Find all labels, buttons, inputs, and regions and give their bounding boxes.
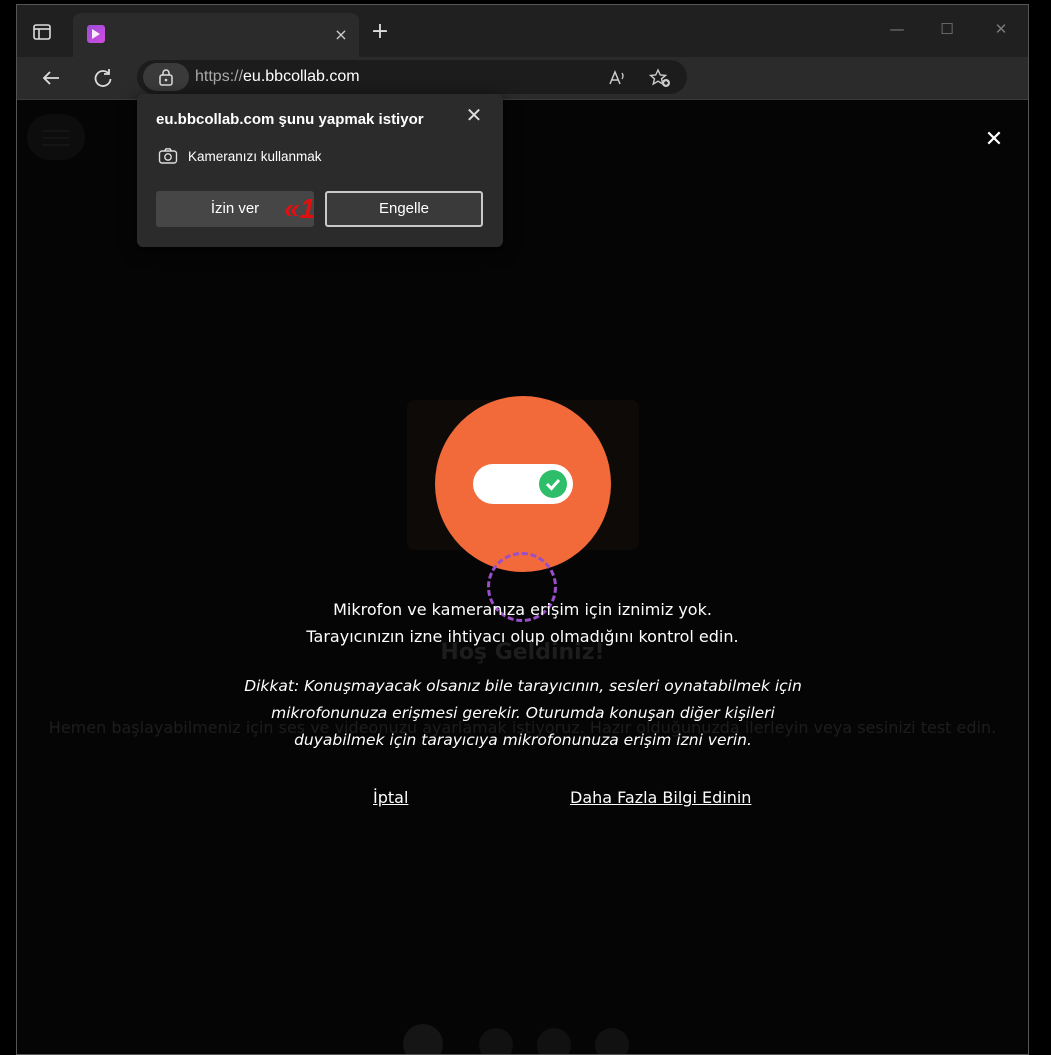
popup-close-icon[interactable]: ✕ xyxy=(463,104,485,126)
tab-close-icon[interactable]: × xyxy=(331,25,351,45)
maximize-button[interactable]: ☐ xyxy=(927,17,967,41)
camera-icon[interactable] xyxy=(537,1028,571,1054)
popup-title: eu.bbcollab.com şunu yapmak istiyor xyxy=(156,111,424,128)
menu-icon[interactable] xyxy=(27,114,85,160)
minimize-button[interactable]: — xyxy=(877,17,917,41)
address-bar[interactable]: https://eu.bbcollab.com xyxy=(137,60,687,94)
toggle-icon xyxy=(473,464,573,504)
tab-actions-icon[interactable] xyxy=(31,21,53,43)
camera-icon xyxy=(158,148,178,164)
lock-icon xyxy=(159,69,173,86)
allow-button[interactable]: İzin ver «1 xyxy=(156,191,316,227)
permission-illustration xyxy=(435,396,611,572)
check-icon xyxy=(539,470,567,498)
site-favicon-icon xyxy=(87,25,105,43)
url-scheme: https:// xyxy=(195,68,244,85)
permission-row: Kameranızı kullanmak xyxy=(158,147,322,167)
note-line2: mikrofonunuza erişmesi gerekir. Oturumda… xyxy=(271,704,775,722)
allow-button-label: İzin ver xyxy=(210,200,260,217)
refresh-icon[interactable] xyxy=(89,64,117,92)
learn-more-link[interactable]: Daha Fazla Bilgi Edinin xyxy=(570,788,751,807)
read-aloud-icon[interactable] xyxy=(607,68,627,88)
block-button[interactable]: Engelle xyxy=(325,191,483,227)
site-info-button[interactable] xyxy=(143,63,189,91)
back-arrow-icon[interactable] xyxy=(37,64,65,92)
active-tab[interactable]: × xyxy=(73,13,359,57)
dialog-close-icon[interactable]: ✕ xyxy=(982,128,1006,152)
permission-message-line1: Mikrofon ve kameranıza erişim için iznim… xyxy=(333,600,712,619)
permission-message-line2: Tarayıcınızın izne ihtiyacı olup olmadığ… xyxy=(306,627,739,646)
microphone-note: Dikkat: Konuşmayacak olsanız bile tarayı… xyxy=(239,673,807,754)
permission-label: Kameranızı kullanmak xyxy=(188,149,322,164)
browser-window: × + — ☐ ✕ https://eu.bbcollab.com ✕ Hoş … xyxy=(16,4,1029,1055)
microphone-icon[interactable] xyxy=(479,1028,513,1054)
note-line1: Dikkat: Konuşmayacak olsanız bile tarayı… xyxy=(244,677,802,695)
session-controls xyxy=(397,1020,667,1054)
url-text: https://eu.bbcollab.com xyxy=(195,68,360,86)
cancel-link[interactable]: İptal xyxy=(373,788,408,807)
tab-bar: × + — ☐ ✕ xyxy=(17,5,1028,57)
raise-hand-icon[interactable] xyxy=(595,1028,629,1054)
add-favorite-icon[interactable] xyxy=(648,68,670,88)
annotation-marker: «1 xyxy=(284,193,316,224)
note-line3: duyabilmek için tarayıcıya mikrofonunuza… xyxy=(294,731,752,749)
window-close-button[interactable]: ✕ xyxy=(981,17,1021,41)
new-tab-button[interactable]: + xyxy=(369,21,391,43)
permission-popup: eu.bbcollab.com şunu yapmak istiyor ✕ Ka… xyxy=(137,94,503,247)
avatar-icon[interactable] xyxy=(403,1024,443,1054)
url-host: eu.bbcollab.com xyxy=(243,68,360,85)
